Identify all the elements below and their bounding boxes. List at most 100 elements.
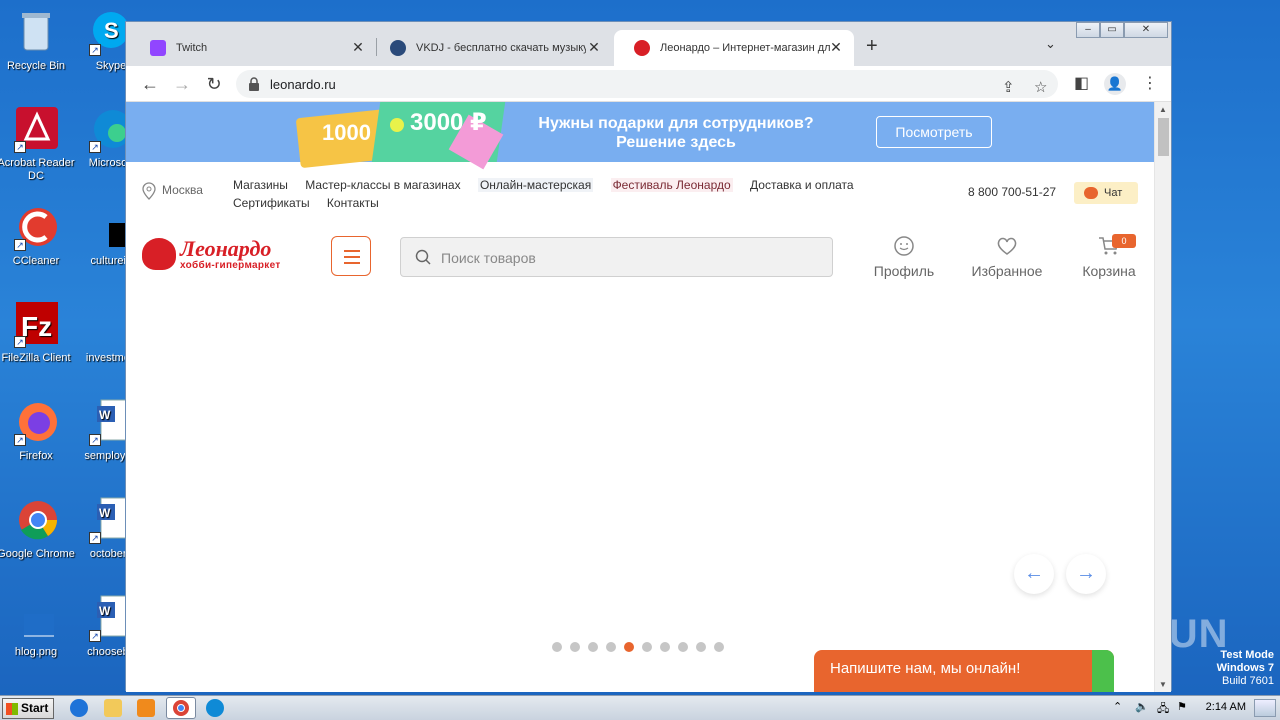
shortcut-arrow-icon: ↗ [89, 630, 101, 642]
network-icon[interactable]: 🖧 [1157, 700, 1169, 719]
carousel-dot[interactable] [678, 642, 688, 652]
nav-link-certificates[interactable]: Сертификаты [233, 196, 310, 210]
nav-link-contacts[interactable]: Контакты [327, 196, 379, 210]
nav-link-delivery[interactable]: Доставка и оплата [750, 178, 854, 192]
clock[interactable]: 2:14 AM [1206, 701, 1246, 713]
carousel-dot[interactable] [714, 642, 724, 652]
filezilla-icon: Fz ↗ [12, 300, 60, 348]
tab-vkdj[interactable]: VKDJ - бесплатно скачать музыку ✕ [370, 30, 612, 66]
browser-menu-icon[interactable]: ⋮ [1142, 73, 1158, 93]
acrobat-icon: ↗ [12, 105, 60, 153]
shortcut-arrow-icon: ↗ [89, 44, 101, 56]
forward-button[interactable]: → [172, 74, 192, 94]
carousel-dot[interactable] [660, 642, 670, 652]
shortcut-arrow-icon: ↗ [14, 336, 26, 348]
close-icon[interactable]: ✕ [350, 39, 366, 56]
edge-icon[interactable] [206, 699, 224, 717]
show-desktop-button[interactable] [1254, 699, 1276, 717]
tab-title: Twitch [176, 42, 208, 54]
carousel-prev-button[interactable]: ← [1014, 554, 1054, 594]
cart-button[interactable]: 0 Корзина [1078, 234, 1140, 279]
tab-search-chevron-icon[interactable]: ⌄ [1045, 36, 1056, 52]
share-icon[interactable]: ⇪ [1002, 78, 1015, 96]
show-hidden-icons-icon[interactable]: ⌃ [1113, 700, 1122, 713]
carousel-pagination [552, 642, 732, 652]
profile-label: Профиль [873, 263, 935, 279]
start-label: Start [21, 701, 49, 715]
chrome-taskbar-button[interactable] [166, 697, 196, 719]
tab-twitch[interactable]: Twitch ✕ [130, 30, 376, 66]
reload-button[interactable]: ↻ [204, 74, 224, 94]
lock-icon [249, 77, 259, 91]
search-input[interactable] [441, 247, 811, 269]
media-player-icon[interactable] [137, 699, 155, 717]
tab-strip: Twitch ✕ VKDJ - бесплатно скачать музыку… [126, 22, 1171, 66]
browser-toolbar: ← → ↻ leonardo.ru ⇪ ☆ ◧ 👤 ⋮ [126, 66, 1171, 102]
hand-logo-icon [142, 238, 176, 270]
catalog-menu-button[interactable] [331, 236, 371, 276]
scroll-up-arrow-icon[interactable]: ▲ [1159, 105, 1167, 114]
carousel-dot[interactable] [606, 642, 616, 652]
internet-explorer-icon[interactable] [70, 699, 88, 717]
carousel-dot[interactable] [624, 642, 634, 652]
scroll-down-arrow-icon[interactable]: ▼ [1159, 680, 1167, 689]
close-icon[interactable]: ✕ [828, 39, 844, 56]
decor-dot [390, 118, 404, 132]
start-button[interactable]: Start [2, 698, 54, 719]
leonardo-logo[interactable]: Леонардо хобби-гипермаркет [142, 236, 307, 274]
watermark-line1: Test Mode [1220, 649, 1274, 661]
carousel-dot[interactable] [642, 642, 652, 652]
close-window-button[interactable]: ✕ [1124, 22, 1168, 38]
volume-icon[interactable]: 🔈 [1135, 700, 1149, 713]
nav-link-festival[interactable]: Фестиваль Леонардо [610, 178, 733, 192]
chat-bubble-icon [1084, 187, 1098, 199]
file-explorer-icon[interactable] [104, 699, 122, 717]
tab-leonardo[interactable]: Леонардо – Интернет-магазин для ✕ [614, 30, 854, 66]
maximize-button[interactable]: ▭ [1100, 22, 1124, 38]
bookmark-star-icon[interactable]: ☆ [1034, 78, 1047, 96]
cart-count-badge: 0 [1112, 234, 1136, 248]
twitch-icon [150, 40, 166, 56]
tab-title: VKDJ - бесплатно скачать музыку [416, 42, 586, 54]
favorites-button[interactable]: Избранное [966, 234, 1048, 279]
tab-title: Леонардо – Интернет-магазин для [660, 42, 830, 54]
new-tab-button[interactable]: + [866, 35, 878, 58]
heart-icon [997, 237, 1017, 255]
shortcut-arrow-icon: ↗ [89, 434, 101, 446]
logo-name: Леонардо [180, 236, 272, 261]
carousel-next-button[interactable]: → [1066, 554, 1106, 594]
carousel-dot[interactable] [570, 642, 580, 652]
watermark-line2: Windows 7 [1216, 662, 1274, 674]
nav-link-masterclasses[interactable]: Мастер-классы в магазинах [305, 178, 460, 192]
banner-view-button[interactable]: Посмотреть [876, 116, 992, 148]
close-icon[interactable]: ✕ [586, 39, 602, 56]
location-pin-icon [142, 182, 156, 200]
nav-link-online-workshop[interactable]: Онлайн-мастерская [477, 178, 594, 192]
recycle-bin-icon [12, 8, 60, 56]
chat-button[interactable]: Чат [1074, 182, 1138, 204]
back-button[interactable]: ← [140, 74, 160, 94]
nav-link-stores[interactable]: Магазины [233, 178, 288, 192]
action-center-flag-icon[interactable]: ⚑ [1177, 700, 1187, 713]
url-text: leonardo.ru [270, 77, 336, 92]
carousel-dot[interactable] [552, 642, 562, 652]
scroll-thumb[interactable] [1158, 118, 1169, 156]
carousel-dot[interactable] [696, 642, 706, 652]
profile-avatar-icon[interactable]: 👤 [1104, 73, 1126, 95]
profile-button[interactable]: Профиль [872, 234, 936, 279]
side-panel-icon[interactable]: ◧ [1074, 73, 1089, 93]
page-scrollbar[interactable]: ▲ ▼ [1154, 102, 1171, 692]
banner-amount-1: 1000 [322, 120, 371, 145]
phone-number[interactable]: 8 800 700-51-27 [968, 185, 1056, 199]
shortcut-arrow-icon: ↗ [89, 141, 101, 153]
online-chat-widget[interactable]: Напишите нам, мы онлайн! [814, 650, 1114, 692]
menu-line [344, 256, 360, 258]
svg-text:W: W [99, 408, 111, 422]
city-name: Москва [162, 183, 203, 198]
carousel-dot[interactable] [588, 642, 598, 652]
windows-flag-icon [6, 703, 18, 715]
minimize-button[interactable]: – [1076, 22, 1100, 38]
address-bar[interactable]: leonardo.ru ⇪ ☆ [236, 70, 1058, 98]
city-selector[interactable]: Москва [142, 182, 203, 200]
promo-banner[interactable]: 1000 3000 ₽ Нужны подарки для сотруднико… [126, 102, 1155, 170]
